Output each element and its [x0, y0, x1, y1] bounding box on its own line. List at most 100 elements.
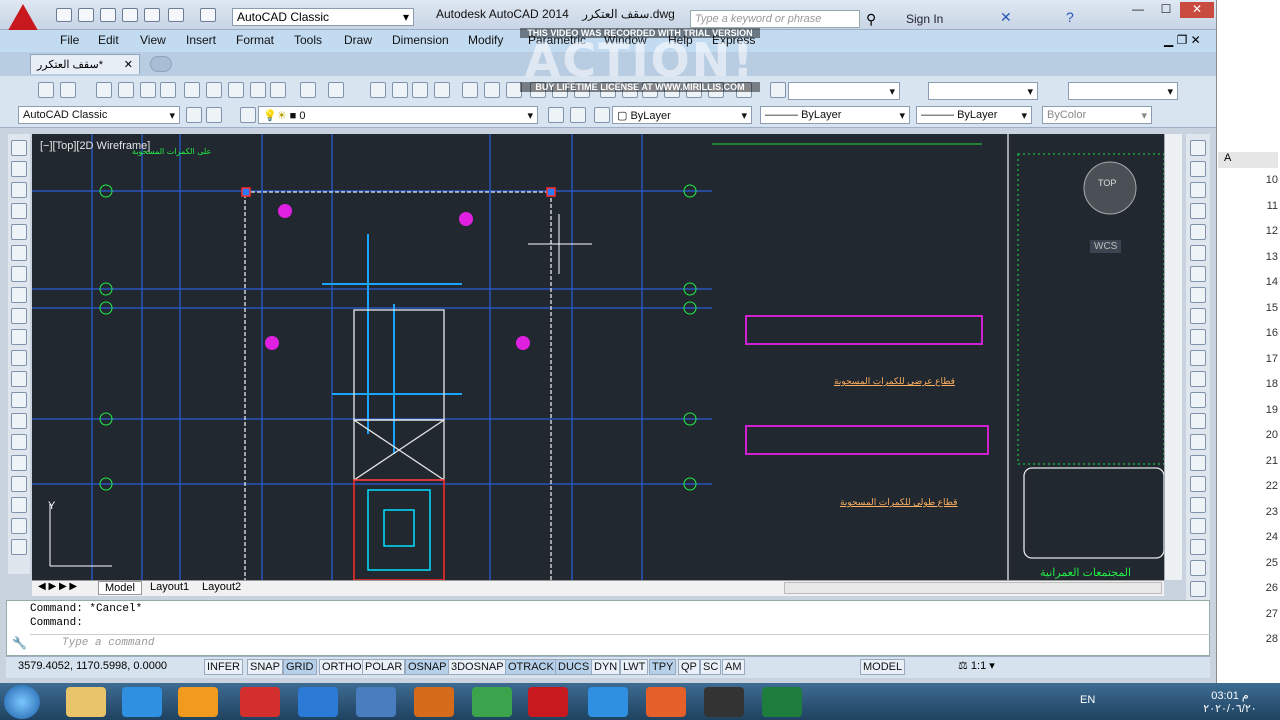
layer-tool-icon[interactable] [186, 107, 202, 123]
status-toggle-infer[interactable]: INFER [204, 659, 243, 675]
horizontal-scrollbar[interactable] [784, 582, 1162, 594]
excel-column-a[interactable]: A [1218, 152, 1278, 168]
exchange-icon[interactable]: ✕ [1000, 9, 1012, 26]
media-icon[interactable] [178, 687, 218, 717]
save-as-icon[interactable] [122, 8, 138, 22]
modify-tool-icon[interactable] [1190, 266, 1206, 282]
modify-tool-icon[interactable] [1190, 245, 1206, 261]
explorer-icon[interactable] [66, 687, 106, 717]
modify-tool-icon[interactable] [1190, 203, 1206, 219]
wrench-icon[interactable]: 🔧 [12, 636, 27, 650]
tab-layout1[interactable]: Layout1 [146, 581, 193, 593]
workspace-combo[interactable]: AutoCAD Classic ▾ [18, 106, 180, 124]
status-toggle-ducs[interactable]: DUCS [555, 659, 593, 675]
modify-tool-icon[interactable] [1190, 455, 1206, 471]
autocad-taskbar-icon[interactable] [528, 687, 568, 717]
draw-tool-icon[interactable] [11, 413, 27, 429]
toolbar-icon[interactable] [206, 82, 222, 98]
layout-nav-icons[interactable]: ◀ ▶ ▶ ▶ [38, 581, 77, 592]
color-combo[interactable]: ▢ ByLayer ▾ [612, 106, 752, 124]
zynga-icon[interactable] [240, 687, 280, 717]
draw-tool-icon[interactable] [11, 224, 27, 240]
layer-tool-icon[interactable] [548, 107, 564, 123]
layer-tool-icon[interactable] [240, 107, 256, 123]
draw-tool-icon[interactable] [11, 161, 27, 177]
toolbar-icon[interactable] [96, 82, 112, 98]
toolbar-icon[interactable] [184, 82, 200, 98]
draw-tool-icon[interactable] [11, 434, 27, 450]
toolbar-icon[interactable] [412, 82, 428, 98]
modify-tool-icon[interactable] [1190, 476, 1206, 492]
toolbar-icon[interactable] [462, 82, 478, 98]
modify-tool-icon[interactable] [1190, 560, 1206, 576]
properties-combo-2[interactable]: ▾ [928, 82, 1038, 100]
toolbar-icon[interactable] [370, 82, 386, 98]
search-input[interactable]: Type a keyword or phrase [690, 10, 860, 28]
modify-tool-icon[interactable] [1190, 161, 1206, 177]
draw-tool-icon[interactable] [11, 329, 27, 345]
status-toggle-tpy[interactable]: TPY [649, 659, 677, 675]
draw-tool-icon[interactable] [11, 539, 27, 555]
modify-tool-icon[interactable] [1190, 182, 1206, 198]
lineweight-combo[interactable]: ——— ByLayer ▾ [916, 106, 1032, 124]
toolbar-icon[interactable] [328, 82, 344, 98]
status-toggle-sc[interactable]: SC [700, 659, 722, 675]
draw-tool-icon[interactable] [11, 287, 27, 303]
menu-draw[interactable]: Draw [344, 33, 372, 47]
menu-edit[interactable]: Edit [98, 33, 119, 47]
status-toggle-qp[interactable]: QP [678, 659, 700, 675]
draw-tool-icon[interactable] [11, 140, 27, 156]
status-toggle-otrack[interactable]: OTRACK [505, 659, 557, 675]
command-input[interactable]: Type a command [62, 637, 154, 649]
sign-in-link[interactable]: Sign In [906, 12, 943, 26]
drawing-canvas[interactable]: ﻋﻠﻰ ﺍﻟﻜﻤﺮﺍﺕ ﺍﻟﻤﺴﺤﻮﺑﺔ [32, 134, 1164, 580]
modify-tool-icon[interactable] [1190, 308, 1206, 324]
status-toggle-grid[interactable]: GRID [283, 659, 317, 675]
redo-icon[interactable] [200, 8, 216, 22]
modify-tool-icon[interactable] [1190, 518, 1206, 534]
draw-tool-icon[interactable] [11, 476, 27, 492]
plot-icon[interactable] [144, 8, 160, 22]
toolbar-icon[interactable] [770, 82, 786, 98]
game-icon[interactable] [414, 687, 454, 717]
layer-combo[interactable]: 💡☀ ■ 0 ▾ [258, 106, 538, 124]
modify-tool-icon[interactable] [1190, 434, 1206, 450]
status-toggle-snap[interactable]: SNAP [247, 659, 283, 675]
toolbar-icon[interactable] [300, 82, 316, 98]
modify-tool-icon[interactable] [1190, 539, 1206, 555]
toolbar-icon[interactable] [160, 82, 176, 98]
toolbar-icon[interactable] [250, 82, 266, 98]
new-icon[interactable] [56, 8, 72, 22]
modify-tool-icon[interactable] [1190, 329, 1206, 345]
draw-tool-icon[interactable] [11, 350, 27, 366]
ie-icon[interactable] [298, 687, 338, 717]
draw-tool-icon[interactable] [11, 518, 27, 534]
excel-taskbar-icon[interactable] [762, 687, 802, 717]
toolbar-icon[interactable] [484, 82, 500, 98]
toolbar-icon[interactable] [270, 82, 286, 98]
window-icon[interactable] [356, 687, 396, 717]
viewport-label[interactable]: [−][Top][2D Wireframe] [40, 140, 150, 152]
status-toggle-am[interactable]: AM [722, 659, 745, 675]
workspace-select[interactable]: AutoCAD Classic ▾ [232, 8, 414, 26]
layer-tool-icon[interactable] [594, 107, 610, 123]
language-indicator[interactable]: EN [1080, 694, 1095, 706]
draw-tool-icon[interactable] [11, 392, 27, 408]
modify-tool-icon[interactable] [1190, 371, 1206, 387]
start-button[interactable] [4, 685, 40, 719]
app-icon-1[interactable] [122, 687, 162, 717]
modify-tool-icon[interactable] [1190, 350, 1206, 366]
binoculars-icon[interactable]: ⚲ [866, 11, 876, 28]
draw-tool-icon[interactable] [11, 203, 27, 219]
firefox-icon[interactable] [646, 687, 686, 717]
status-toggle-ortho[interactable]: ORTHO [319, 659, 365, 675]
annotation-scale[interactable]: ⚖ 1:1 ▾ [958, 659, 995, 672]
toolbar-icon[interactable] [60, 82, 76, 98]
draw-tool-icon[interactable] [11, 371, 27, 387]
vertical-scrollbar[interactable] [1164, 134, 1182, 580]
draw-tool-icon[interactable] [11, 308, 27, 324]
status-toggle-osnap[interactable]: OSNAP [405, 659, 450, 675]
draw-tool-icon[interactable] [11, 266, 27, 282]
maximize-icon[interactable]: ☐ [1152, 2, 1180, 18]
toolbar-icon[interactable] [38, 82, 54, 98]
